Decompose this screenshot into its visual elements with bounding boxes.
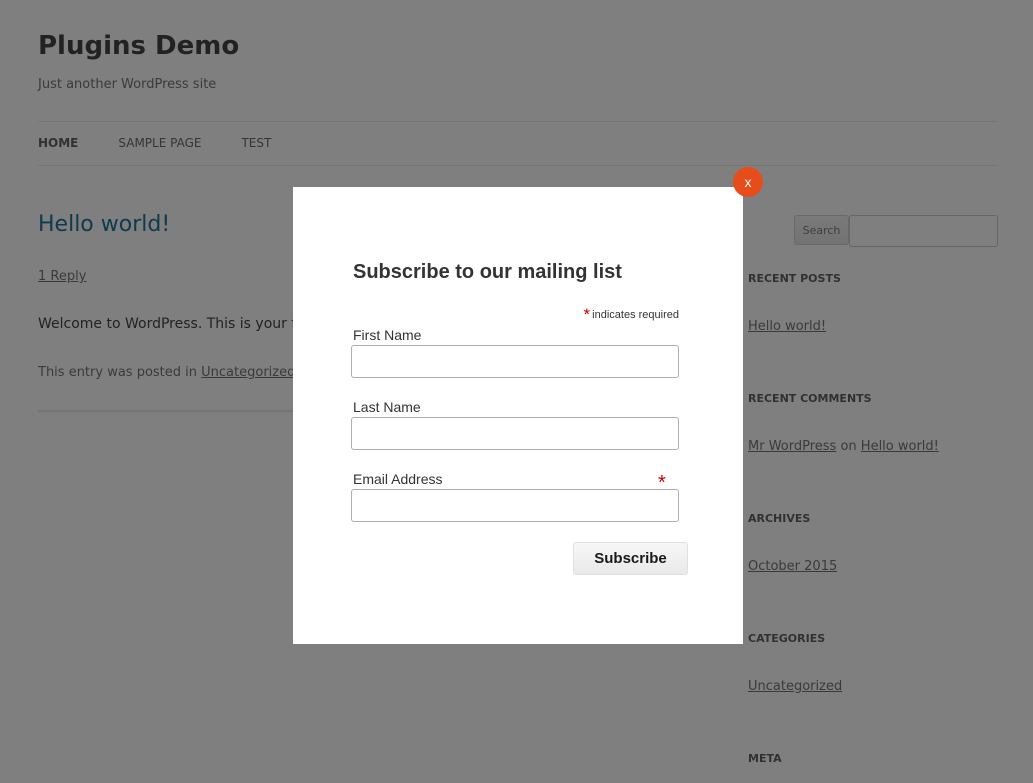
subscribe-button[interactable]: Subscribe xyxy=(573,542,688,575)
required-note-text: indicates required xyxy=(592,309,679,321)
first-name-label: First Name xyxy=(353,327,422,343)
subscribe-modal: Subscribe to our mailing list * indicates… xyxy=(293,187,743,644)
required-note: * indicates required xyxy=(583,303,679,324)
first-name-input[interactable] xyxy=(351,345,679,378)
last-name-label: Last Name xyxy=(353,399,421,415)
close-button[interactable]: x xyxy=(733,167,763,197)
required-asterisk: * xyxy=(583,305,591,324)
email-input[interactable] xyxy=(351,489,679,522)
email-label: Email Address xyxy=(353,471,443,487)
last-name-input[interactable] xyxy=(351,417,679,450)
modal-title: Subscribe to our mailing list xyxy=(353,261,622,283)
